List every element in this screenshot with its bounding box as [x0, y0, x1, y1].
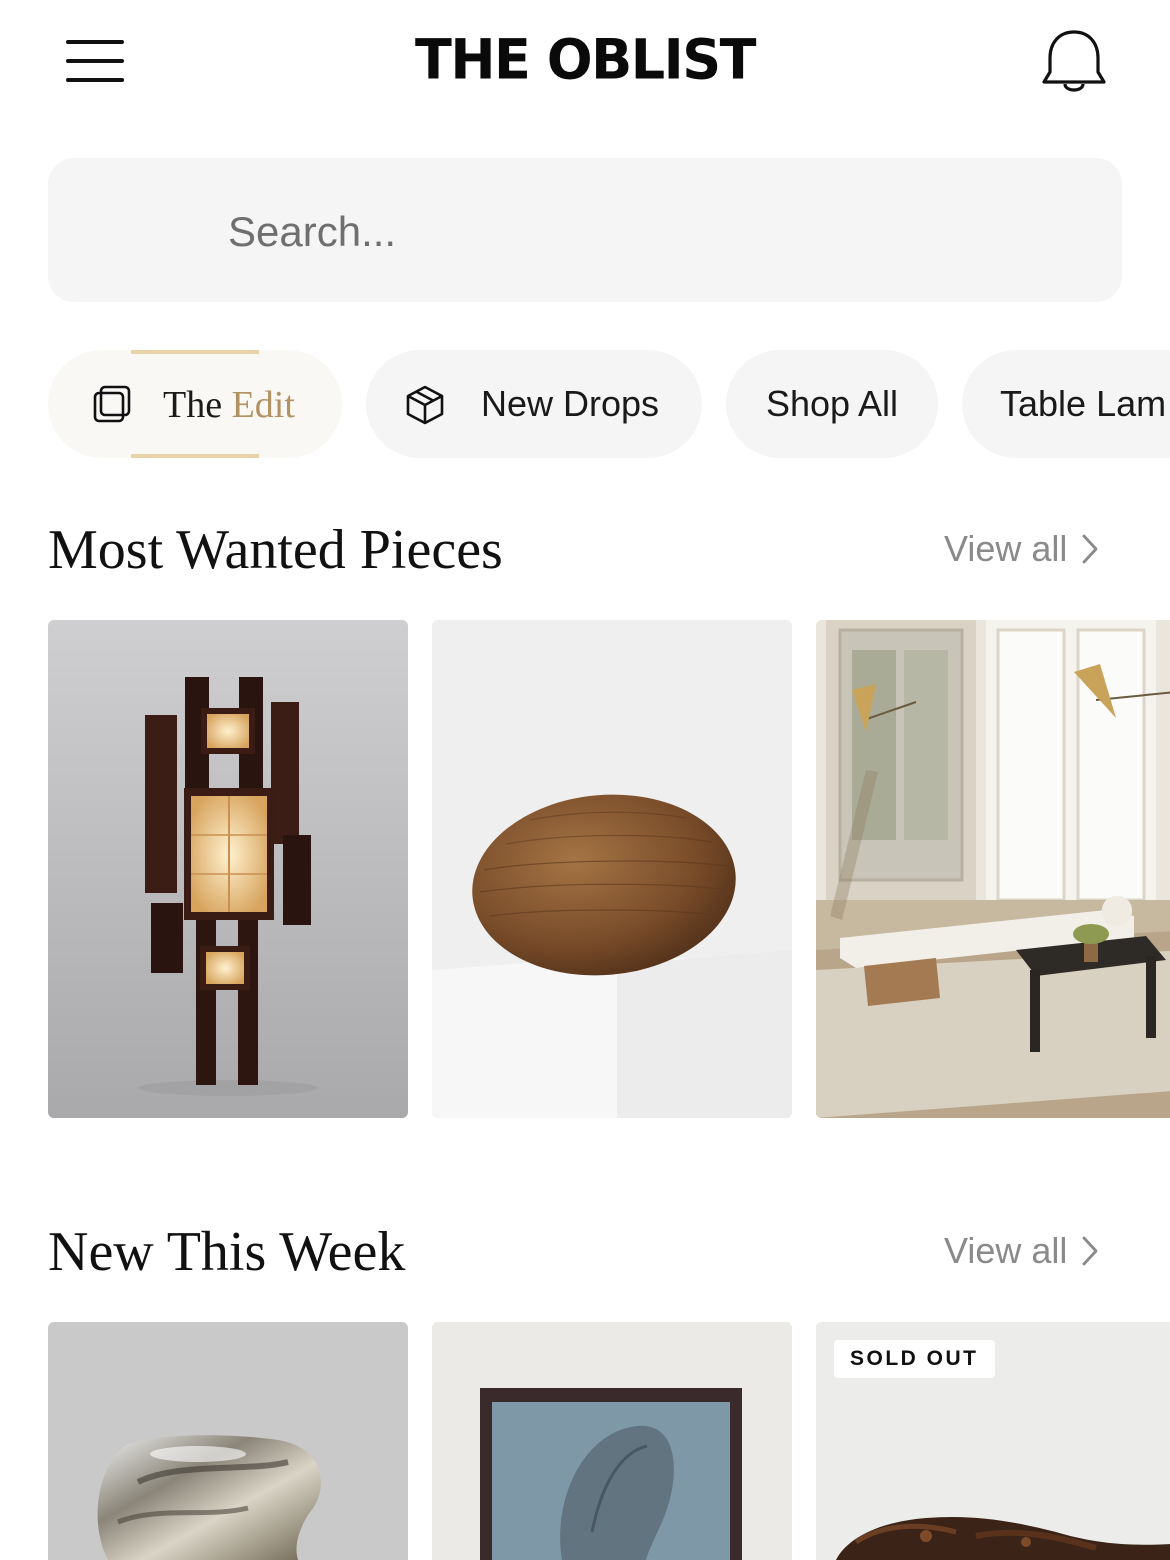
- chip-table-lamps[interactable]: Table Lam: [962, 350, 1170, 458]
- box-icon: [406, 385, 444, 425]
- product-card-driftwood[interactable]: SOLD OUT: [816, 1322, 1170, 1560]
- view-all-label: View all: [944, 528, 1068, 569]
- chevron-right-icon: [1083, 1236, 1098, 1266]
- product-image-lamp: [48, 620, 408, 1118]
- chip-accent-bar: [131, 350, 259, 354]
- chip-label: New Drops: [481, 383, 660, 424]
- stacked-squares-icon: [93, 385, 131, 423]
- chip-new-drops[interactable]: New Drops: [366, 350, 702, 458]
- product-image-framed-painting: [432, 1322, 792, 1560]
- product-image-wooden-egg: [432, 620, 792, 1118]
- chip-shop-all[interactable]: Shop All: [726, 350, 938, 458]
- chip-label-part: The: [163, 384, 232, 426]
- search-input[interactable]: [228, 202, 1088, 262]
- category-chips: The Edit New Drops Shop All Table Lam: [0, 350, 1170, 458]
- chevron-right-icon: [1083, 534, 1098, 564]
- search-bar[interactable]: [48, 158, 1122, 416]
- chip-accent-bar: [131, 454, 259, 458]
- chip-the-edit[interactable]: The Edit: [48, 350, 342, 458]
- chip-label: Table Lam: [1000, 383, 1167, 424]
- chip-label-accent: Edit: [231, 384, 295, 426]
- view-all-most-wanted-link[interactable]: View all: [944, 528, 1099, 570]
- product-card-wooden-egg[interactable]: [432, 620, 792, 1118]
- product-card-living-room[interactable]: [816, 620, 1170, 1118]
- sold-out-badge: SOLD OUT: [834, 1340, 995, 1378]
- product-card-lamp[interactable]: [48, 620, 408, 1118]
- bell-icon[interactable]: [1036, 28, 1112, 98]
- product-card-framed-painting[interactable]: [432, 1322, 792, 1560]
- top-app-bar: THE OBLIST: [0, 0, 1170, 125]
- section-title-new-this-week: New This Week: [48, 1221, 406, 1283]
- view-all-label: View all: [944, 1230, 1068, 1271]
- view-all-new-this-week-link[interactable]: View all: [944, 1230, 1099, 1272]
- chip-label: Shop All: [765, 383, 899, 424]
- product-image-chrome-sculpture: [48, 1322, 408, 1560]
- product-card-chrome-sculpture[interactable]: [48, 1322, 408, 1560]
- product-image-living-room: [816, 620, 1170, 1118]
- section-title-most-wanted: Most Wanted Pieces: [48, 519, 503, 581]
- chip-label: The Edit: [163, 383, 295, 427]
- brand-logo[interactable]: THE OBLIST: [0, 27, 1170, 91]
